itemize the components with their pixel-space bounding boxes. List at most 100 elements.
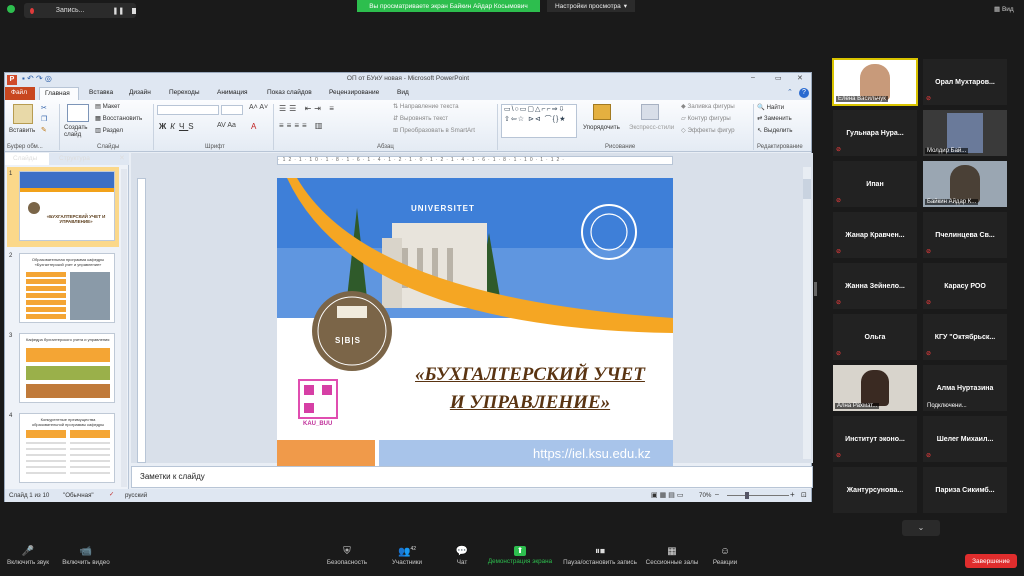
align-icons[interactable]: ≡≡≡≡ ▥ [279,121,325,130]
tab-design[interactable]: Дизайн [129,89,151,96]
unmute-button[interactable]: 🎤 Включить звук [4,546,52,566]
paste-icon[interactable] [13,104,33,124]
smartart-button[interactable]: ⊞ Преобразовать в SmartArt [393,127,475,134]
participant-tile-8[interactable]: Жанна Зейнело... ⊘ [832,262,918,310]
tab-file[interactable]: Файл [5,87,35,100]
slide-thumbnail-2[interactable]: Образовательная программа кафедры «Бухга… [19,253,115,323]
recording-indicator[interactable]: Запись... ❚❚ [24,3,136,18]
view-buttons[interactable]: ▣▦▤▭ [651,491,685,499]
tab-animation[interactable]: Анимация [217,89,248,96]
participant-tile-14[interactable]: Институт эконо... ⊘ [832,415,918,463]
tab-review[interactable]: Рецензирование [329,89,379,96]
format-painter-icon[interactable]: ✎ [41,126,47,134]
participant-tile-0[interactable]: Елена Васильчук [832,58,918,106]
participant-tile-17[interactable]: Париза Сикимб... [922,466,1008,514]
security-shield-icon[interactable] [7,5,15,13]
arrange-icon[interactable] [593,104,611,120]
view-settings-button[interactable]: Настройки просмотра ▾ [547,0,635,12]
tab-insert[interactable]: Вставка [89,89,113,96]
close-pane-icon[interactable]: ✕ [119,154,125,162]
cut-icon[interactable]: ✂ [41,104,47,112]
new-slide-icon[interactable] [67,104,89,122]
participant-tile-3[interactable]: Молдир Бай... [922,109,1008,157]
stop-icon[interactable] [132,7,136,14]
font-grow-shrink-icons[interactable]: A˄ A˅ [249,104,268,111]
zoom-level[interactable]: 70% [699,492,711,499]
scrollbar-thumb[interactable] [803,179,811,199]
shapes-gallery[interactable]: ▭\○▭▢△⌐⌐⇒⇩ ⇧⇦☆ ⊳⊲ ⌒{}★ [501,104,577,138]
fit-slide-icon[interactable]: ⊡ [801,491,807,499]
font-size-select[interactable] [221,105,243,115]
pause-icon[interactable]: ❚❚ [113,7,125,15]
participant-tile-11[interactable]: КГУ "Октябрьск... ⊘ [922,313,1008,361]
new-slide-button[interactable]: Создать слайд [64,124,94,138]
slide-thumbnail-1[interactable]: «БУХГАЛТЕРСКИЙ УЧЕТ И УПРАВЛЕНИЕ» [19,171,115,241]
select-button[interactable]: ↖ Выделить [757,127,792,134]
chat-button[interactable]: 💬 Чат [448,546,476,566]
shape-fill-button[interactable]: ◆ Заливка фигуры [681,103,735,110]
gallery-resize-handle[interactable] [814,282,817,296]
gallery-next-page-button[interactable]: ⌄ [902,520,940,536]
font-color-icon[interactable]: A [251,122,256,131]
participant-tile-2[interactable]: Гульнара Нура... ⊘ [832,109,918,157]
breakout-rooms-button[interactable]: ▦ Сессионные залы [644,546,700,566]
participant-tile-6[interactable]: Жанар Кравчен... ⊘ [832,211,918,259]
notes-pane[interactable]: Заметки к слайду [131,466,813,488]
share-screen-button[interactable]: ⬆ Демонстрация экрана [484,546,556,565]
arrange-button[interactable]: Упорядочить [583,124,620,131]
participant-tile-12[interactable]: Ална Рахмат... [832,364,918,412]
font-family-select[interactable] [157,105,219,115]
tab-transitions[interactable]: Переходы [169,89,200,96]
start-video-button[interactable]: 📹 Включить видео [58,546,114,566]
font-style-icons[interactable]: ЖКЧS [159,122,198,131]
section-button[interactable]: ▥ Раздел [95,127,123,134]
security-button[interactable]: ⛨ Безопасность [322,546,372,566]
quick-styles-icon[interactable] [641,104,659,120]
view-mode-button[interactable]: ▦ Вид [994,5,1014,13]
slide-canvas[interactable]: UNIVERSITET S|B|S KAU_BUU «БУХГАЛТЕРСКИЙ… [277,178,673,467]
slide-thumbnail-3[interactable]: Кафедра бухгалтерского учета и управлени… [19,333,115,403]
quick-styles-button[interactable]: Экспресс-стили [629,124,674,131]
slide-thumbnail-4[interactable]: Конкурентные преимущества образовательно… [19,413,115,483]
participant-tile-5[interactable]: Байкин Айдар К... [922,160,1008,208]
spellcheck-icon[interactable]: ✓ [109,491,114,498]
pause-record-button[interactable]: ⏸⏹ Пауза/остановить запись [560,546,640,566]
participant-tile-10[interactable]: Ольга ⊘ [832,313,918,361]
pane-tab-outline[interactable]: Структура [59,155,90,162]
participant-tile-13[interactable]: Алма Нуртазина Подключени... [922,364,1008,412]
language-indicator[interactable]: русский [125,492,147,499]
spacing-icon[interactable]: AV Aa [217,122,236,129]
pane-scrollbar[interactable] [121,169,127,487]
zoom-in-icon[interactable]: + [790,490,795,499]
copy-icon[interactable]: ❐ [41,115,47,123]
participant-tile-4[interactable]: Ипан ⊘ [832,160,918,208]
find-button[interactable]: 🔍 Найти [757,103,784,111]
tab-home[interactable]: Главная [39,87,79,101]
align-text-button[interactable]: ⇵ Выровнять текст [393,115,448,122]
participant-tile-9[interactable]: Карасу РОО ⊘ [922,262,1008,310]
shape-outline-button[interactable]: ▱ Контур фигуры [681,115,731,122]
maximize-icon[interactable]: ▭ [775,74,782,82]
participant-tile-7[interactable]: Пчелинцева Св... ⊘ [922,211,1008,259]
participants-button[interactable]: 👥42 Участники [384,546,430,566]
zoom-out-icon[interactable]: – [715,491,719,498]
editor-scrollbar[interactable] [803,167,811,459]
zoom-slider[interactable] [727,495,789,496]
end-meeting-button[interactable]: Завершение [965,554,1017,568]
shape-effects-button[interactable]: ◇ Эффекты фигур [681,127,735,134]
tab-view[interactable]: Вид [397,89,409,96]
layout-button[interactable]: ▤ Макет [95,103,120,110]
replace-button[interactable]: ⇄ Заменить [757,115,792,122]
zoom-slider-thumb[interactable] [745,492,749,499]
collapse-ribbon-icon[interactable]: ⌃ [787,88,793,96]
participant-tile-1[interactable]: Орал Мухтаров... ⊘ [922,58,1008,106]
participant-tile-16[interactable]: Жантурсунова... [832,466,918,514]
list-icons[interactable]: ☰☰ ⇤⇥ ≡ [279,104,337,113]
participant-tile-15[interactable]: Шелег Михаил... ⊘ [922,415,1008,463]
pane-tab-slides[interactable]: Слайды [5,153,49,165]
reactions-button[interactable]: ☺ Реакции [708,546,742,566]
paste-button[interactable]: Вставить [9,127,35,134]
text-direction-button[interactable]: ⇅ Направление текста [393,103,459,110]
reset-button[interactable]: ▦ Восстановить [95,115,142,122]
close-icon[interactable]: ✕ [797,74,803,82]
